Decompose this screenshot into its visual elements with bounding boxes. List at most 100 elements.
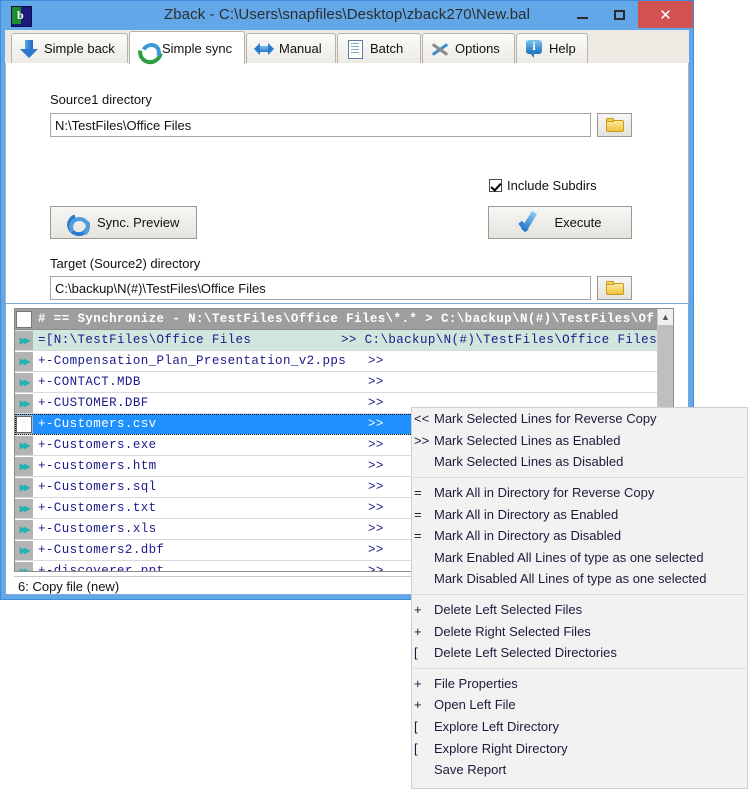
source1-browse-button[interactable] [597,113,632,137]
menu-item-prefix: + [414,697,422,713]
target-input[interactable]: C:\backup\N(#)\TestFiles\Office Files [50,276,591,300]
menu-item-prefix: << [414,411,430,427]
menu-item-prefix: [ [414,719,418,735]
menu-item-label: Explore Left Directory [434,719,559,735]
row-marker-chevron-icon: ▶▶ [15,330,33,350]
tab-label: Options [455,41,500,56]
menu-item[interactable]: Save Report [412,759,747,781]
menu-item[interactable]: = Mark All in Directory as Enabled [412,503,747,525]
source1-input[interactable]: N:\TestFiles\Office Files [50,113,591,137]
execute-button[interactable]: Execute [488,206,632,239]
window-controls: ✕ [564,1,693,28]
table-row[interactable]: ▶▶ =[N:\TestFiles\Office Files >> C:\backu… [15,330,657,351]
chevron-up-icon[interactable]: ▲ [658,309,673,325]
tools-icon [430,39,450,59]
menu-item[interactable]: >> Mark Selected Lines as Enabled [412,430,747,452]
simple-sync-page: Source1 directory N:\TestFiles\Office Fi… [5,63,689,329]
menu-item-label: Mark Selected Lines as Enabled [434,432,621,448]
tab-batch[interactable]: Batch [337,33,421,63]
tab-manual[interactable]: Manual [246,33,336,63]
menu-item[interactable]: + Open Left File [412,694,747,716]
tab-label: Simple back [44,41,115,56]
row-marker-chevron-icon: ▶▶ [15,393,33,413]
menu-item-prefix: + [414,602,422,618]
table-row[interactable]: ▶▶ +-Compensation_Plan_Presentation_v2.pp… [15,351,657,372]
menu-item[interactable]: [ Explore Right Directory [412,737,747,759]
down-arrow-icon [19,39,39,59]
menu-item-label: Open Left File [434,697,516,713]
left-right-arrow-icon [254,39,274,59]
include-subdirs-checkbox[interactable]: Include Subdirs [489,178,597,193]
row-marker-chevron-icon: ▶▶ [15,519,33,539]
menu-item-label: Delete Left Selected Files [434,602,583,618]
source1-label: Source1 directory [50,92,152,107]
menu-item[interactable]: = Mark All in Directory as Disabled [412,525,747,547]
row-marker-chevron-icon: ▶▶ [15,477,33,497]
include-subdirs-label: Include Subdirs [507,178,597,193]
menu-separator [413,593,746,595]
tab-label: Simple sync [162,40,233,56]
context-menu[interactable]: << Mark Selected Lines for Reverse Copy >>… [411,407,748,789]
row-text: +-Compensation_Plan_Presentation_v2.pps >… [38,354,384,368]
maximize-button[interactable] [601,1,638,28]
menu-item-label: Delete Left Selected Directories [434,645,617,661]
row-text: =[N:\TestFiles\Office Files >> C:\backup\… [38,333,657,347]
menu-item-label: Delete Right Selected Files [434,623,591,639]
menu-item-label: Mark Disabled All Lines of type as one s… [434,571,707,587]
menu-item-prefix: + [414,675,422,691]
tab-simple-sync[interactable]: Simple sync [129,31,245,69]
menu-item[interactable]: [ Explore Left Directory [412,716,747,738]
row-marker-chevron-icon: ▶▶ [15,372,33,392]
menu-item-prefix: [ [414,740,418,756]
menu-item[interactable]: << Mark Selected Lines for Reverse Copy [412,408,747,430]
title-bar: b Zback - C:\Users\snapfiles\Desktop\zba… [1,1,693,30]
sync-preview-label: Sync. Preview [97,215,180,230]
info-balloon-icon [524,39,544,59]
row-text: +-CONTACT.MDB >> [38,375,384,389]
row-marker-chevron-icon: ▶▶ [15,540,33,560]
sync-refresh-icon [133,35,168,69]
folder-icon [605,281,624,295]
menu-item-label: Mark All in Directory as Disabled [434,528,622,544]
table-row[interactable]: ▶▶ +-CONTACT.MDB >> [15,372,657,393]
menu-item[interactable]: Mark Disabled All Lines of type as one s… [412,568,747,590]
menu-item-label: Save Report [434,762,507,778]
menu-item[interactable]: [ Delete Left Selected Directories [412,642,747,664]
execute-label: Execute [554,215,602,230]
row-marker-chevron-icon: ▶▶ [15,498,33,518]
minimize-button[interactable] [564,1,601,28]
row-text: # == Synchronize - N:\TestFiles\Office F… [38,312,655,326]
row-marker-chevron-icon: ▶▶ [15,456,33,476]
menu-item[interactable]: + Delete Right Selected Files [412,620,747,642]
table-row[interactable]: # == Synchronize - N:\TestFiles\Office F… [15,309,657,330]
menu-separator [413,476,746,478]
target-label: Target (Source2) directory [50,256,201,271]
tab-help[interactable]: Help [516,33,588,63]
menu-item-label: Mark All in Directory for Reverse Copy [434,485,655,501]
tab-label: Help [549,41,576,56]
sync-preview-button[interactable]: Sync. Preview [50,206,197,240]
menu-item-label: Mark All in Directory as Enabled [434,506,619,522]
menu-item-prefix: = [414,506,422,522]
row-marker-chevron-icon: ▶▶ [15,561,33,571]
menu-item-label: Mark Enabled All Lines of type as one se… [434,549,704,565]
menu-item-prefix: [ [414,645,418,661]
tab-simple-back[interactable]: Simple back [11,33,128,63]
menu-item[interactable]: + File Properties [412,673,747,695]
menu-item[interactable]: Mark Enabled All Lines of type as one se… [412,547,747,569]
tab-options[interactable]: Options [422,33,515,63]
menu-item-label: File Properties [434,675,518,691]
close-button[interactable]: ✕ [638,1,693,28]
menu-item[interactable]: + Delete Left Selected Files [412,599,747,621]
tab-label: Batch [370,41,404,56]
row-marker-chevron-icon: ▶▶ [15,435,33,455]
row-marker-blank [15,414,33,434]
menu-separator [413,667,746,669]
menu-item[interactable]: Mark Selected Lines as Disabled [412,451,747,473]
menu-item-prefix: = [414,485,422,501]
target-browse-button[interactable] [597,276,632,300]
tab-bar: Simple back Simple sync Manual Batch Opt… [5,30,689,69]
menu-item-prefix: = [414,528,422,544]
menu-item-label: Explore Right Directory [434,740,568,756]
menu-item[interactable]: = Mark All in Directory for Reverse Copy [412,482,747,504]
